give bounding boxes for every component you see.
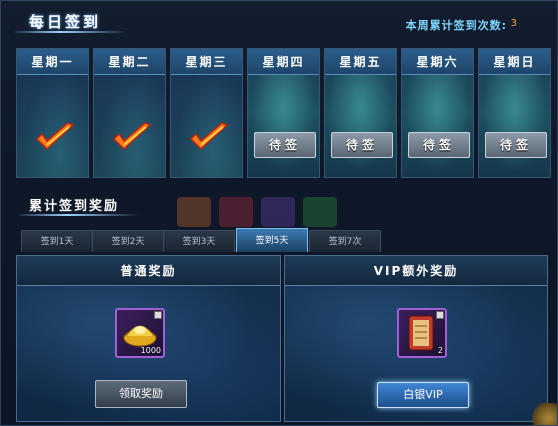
- week-count-value: 3: [510, 18, 517, 29]
- tab-signin-7[interactable]: 签到7次: [309, 230, 381, 252]
- cumulative-reward-title: 累计签到奖励: [29, 199, 120, 214]
- tab-signin-1[interactable]: 签到1天: [21, 230, 93, 252]
- cumulative-tabs: 签到1天 签到2天 签到3天 签到5天 签到7次: [21, 228, 381, 252]
- day-label: 星期五: [325, 49, 396, 75]
- page-title: 每日签到: [29, 13, 102, 31]
- day-card-thursday: 星期四 待签: [247, 48, 320, 178]
- title-bar: 每日签到 本周累计签到次数: 3: [1, 1, 557, 41]
- day-label: 星期日: [479, 49, 550, 75]
- item-count: 2: [437, 346, 443, 355]
- pending-signin-button[interactable]: 待签: [254, 132, 316, 158]
- pending-signin-button[interactable]: 待签: [331, 132, 393, 158]
- normal-reward-panel: 普通奖励 1000 领取奖励: [16, 255, 281, 422]
- signed-check-icon: [35, 122, 75, 151]
- silver-vip-button[interactable]: 白银VIP: [377, 382, 469, 408]
- faded-background-icon: [177, 197, 211, 227]
- day-card-friday: 星期五 待签: [324, 48, 397, 178]
- corner-ornament: [529, 403, 557, 425]
- daily-signin-window: 每日签到 本周累计签到次数: 3 星期一 星期二 星期三 星期四 待签 星期五 …: [0, 0, 558, 426]
- vip-reward-panel: VIP额外奖励 2 白银VIP: [284, 255, 548, 422]
- day-card-saturday: 星期六 待签: [401, 48, 474, 178]
- scroll-item-slot[interactable]: 2: [397, 308, 447, 358]
- faded-background-icon: [219, 197, 253, 227]
- week-count-label: 本周累计签到次数:: [405, 19, 507, 32]
- tab-signin-5[interactable]: 签到5天: [236, 228, 308, 252]
- signed-check-icon: [112, 122, 152, 151]
- day-card-wednesday: 星期三: [170, 48, 243, 178]
- tab-signin-3[interactable]: 签到3天: [163, 230, 235, 252]
- item-count: 1000: [140, 346, 161, 355]
- normal-reward-title: 普通奖励: [17, 256, 280, 286]
- cumulative-underline: [19, 214, 139, 216]
- title-underline: [15, 31, 127, 33]
- faded-background-icon: [303, 197, 337, 227]
- signed-check-icon: [189, 122, 229, 151]
- day-label: 星期六: [402, 49, 473, 75]
- bind-badge: [436, 311, 444, 319]
- pending-signin-button[interactable]: 待签: [485, 132, 547, 158]
- day-card-sunday: 星期日 待签: [478, 48, 551, 178]
- day-label: 星期四: [248, 49, 319, 75]
- weekday-cards: 星期一 星期二 星期三 星期四 待签 星期五 待签 星期六 待签 星期日 待签: [16, 48, 551, 178]
- day-card-monday: 星期一: [16, 48, 89, 178]
- day-label: 星期三: [171, 49, 242, 75]
- day-label: 星期二: [94, 49, 165, 75]
- vip-reward-title: VIP额外奖励: [285, 256, 547, 286]
- gold-ingot-item-slot[interactable]: 1000: [115, 308, 165, 358]
- faded-background-icon: [261, 197, 295, 227]
- day-card-tuesday: 星期二: [93, 48, 166, 178]
- day-label: 星期一: [17, 49, 88, 75]
- tab-signin-2[interactable]: 签到2天: [92, 230, 164, 252]
- claim-reward-button[interactable]: 领取奖励: [95, 380, 187, 408]
- bind-badge: [154, 311, 162, 319]
- pending-signin-button[interactable]: 待签: [408, 132, 470, 158]
